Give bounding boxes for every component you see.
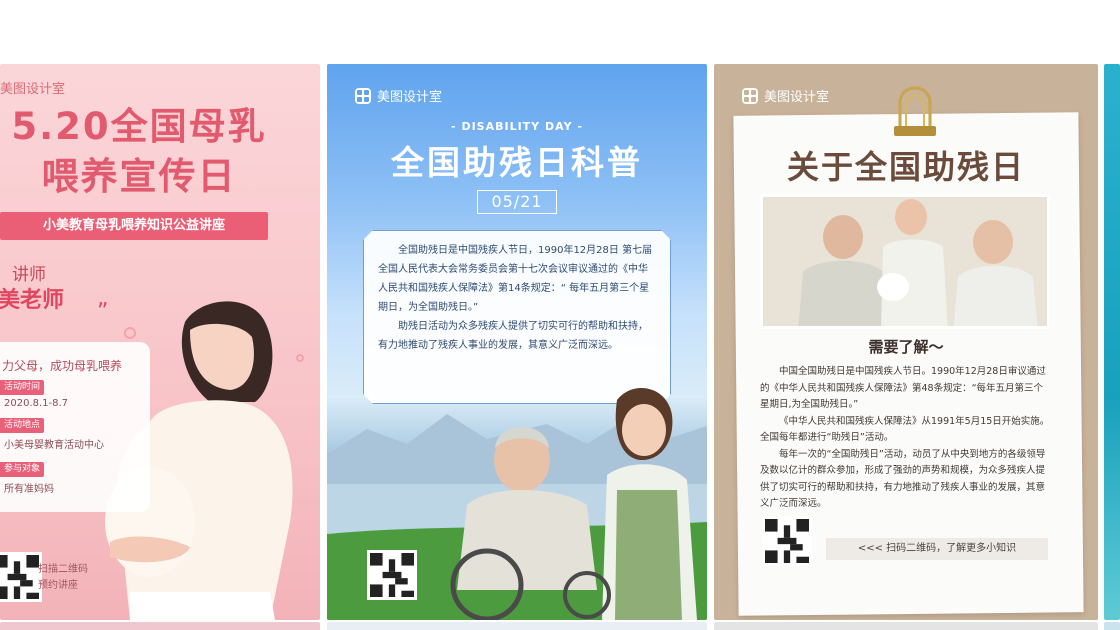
template-card-partial[interactable] [1104, 64, 1120, 620]
scan-hint-line1: 扫描二维码 [38, 564, 88, 575]
top-bar [0, 0, 1120, 64]
template-card-about-disability-day[interactable]: 美图设计室 关于全国助残日 需要了解～ 中国全国助残日是中国残疾人节日。1990… [714, 64, 1098, 620]
poster-eyebrow: - DISABILITY DAY - [451, 120, 583, 133]
poster-title-line1: 5.20全国母乳 [11, 105, 267, 148]
learn-more-heading: 需要了解～ [868, 338, 944, 356]
brand-text: 美图设计室 [764, 90, 830, 105]
poster-date: 05/21 [477, 190, 557, 214]
qr-code-icon [0, 552, 42, 602]
poster-subtitle: 小美教育母乳喂养知识公益讲座 [0, 212, 268, 240]
body-paragraph: 全国助残日是中国残疾人节日，1990年12月28日 第七届全国人民代表大会常务委… [378, 245, 653, 313]
tag-location: 活动地点 [0, 418, 45, 433]
brand-text: 美图设计室 [377, 90, 443, 105]
article-paragraph: 《中华人民共和国残疾人保障法》从1991年5月15日开始实施。全国每年都进行“助… [760, 415, 1050, 444]
qr-code-icon [762, 516, 812, 566]
template-card-next-row[interactable] [1104, 622, 1120, 630]
scan-hint-line2: 预约讲座 [38, 580, 78, 591]
tag-time: 活动时间 [0, 380, 45, 395]
poster-body: 全国助残日是中国残疾人节日，1990年12月28日 第七届全国人民代表大会常务委… [363, 230, 671, 404]
brand-label: 美图设计室 [355, 86, 442, 105]
brand-label: 美图设计室 [0, 78, 65, 97]
decor-circle [296, 354, 304, 362]
template-card-breastfeeding[interactable]: 美图设计室 5.20全国母乳 喂养宣传日 小美教育母乳喂养知识公益讲座 讲师 美… [0, 64, 320, 620]
article-paragraph: 中国全国助残日是中国残疾人节日。1990年12月28日审议通过的《中华人民共和国… [760, 366, 1046, 410]
brand-logo-icon [742, 87, 758, 104]
poster-title: 全国助残日科普 [391, 143, 643, 182]
decor-circle [124, 327, 136, 339]
tag-audience: 参与对象 [0, 462, 45, 477]
info-audience: 所有准妈妈 [4, 484, 54, 495]
brand-logo-icon [355, 87, 371, 104]
qr-code-icon [367, 550, 417, 600]
info-location: 小美母婴教育活动中心 [4, 440, 104, 451]
article-paragraph: 每年一次的“全国助残日”活动，动员了从中央到地方的各级领导及数以亿计的群众参加，… [760, 448, 1046, 510]
scan-hint: 扫描二维码 预约讲座 [38, 562, 88, 594]
poster-title-line2: 喂养宣传日 [41, 155, 237, 198]
quote-mark-icon: „ [97, 286, 109, 311]
scan-hint: <<< 扫码二维码，了解更多小知识 [826, 538, 1048, 560]
template-card-disability-science[interactable]: 美图设计室 - DISABILITY DAY - 全国助残日科普 05/21 全… [327, 64, 707, 620]
poster-title: 关于全国助残日 [786, 148, 1025, 186]
template-card-next-row[interactable] [327, 622, 707, 630]
slogan-text: 力父母，成功母乳喂养 [2, 359, 123, 373]
template-card-next-row[interactable] [0, 622, 320, 630]
template-card-next-row[interactable] [714, 622, 1098, 630]
article-text: 中国全国助残日是中国残疾人节日。1990年12月28日审议通过的《中华人民共和国… [760, 364, 1052, 513]
poster-title: 5.20全国母乳 喂养宣传日 [0, 102, 284, 202]
info-time: 2020.8.1-8.7 [4, 398, 69, 409]
family-photo [760, 194, 1050, 329]
brand-text: 美图设计室 [0, 82, 66, 97]
binder-clip-icon [894, 86, 936, 136]
body-paragraph: 助残日活动为众多残疾人提供了切实可行的帮助和扶持，有力地推动了残疾人事业的发展，… [378, 321, 648, 351]
lecturer-name: 美老师 [0, 288, 65, 313]
brand-label: 美图设计室 [742, 86, 829, 105]
wheelchair-caregiver-illustration [450, 388, 697, 620]
